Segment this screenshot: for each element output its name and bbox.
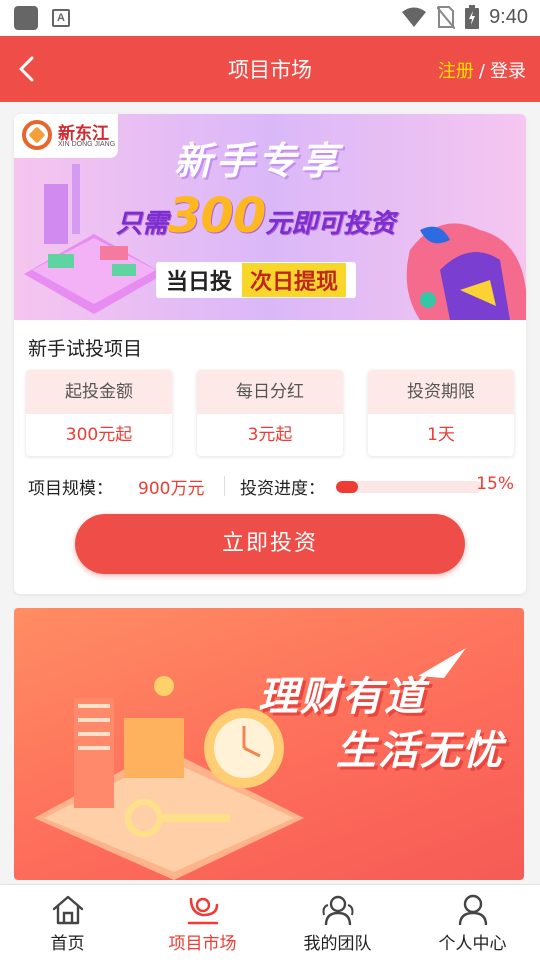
nav-label: 我的团队: [303, 934, 372, 954]
market-icon: [187, 897, 218, 925]
register-link[interactable]: 注册: [438, 61, 474, 82]
user-icon: [458, 894, 487, 926]
stat-value: 300元起: [65, 425, 133, 445]
stat-label: 投资期限: [368, 370, 514, 414]
nav-item-market[interactable]: 项目市场: [135, 885, 270, 960]
banner-tag-right: 次日提现: [242, 263, 347, 297]
status-left: A: [14, 6, 70, 30]
progress-value: 15%: [476, 474, 514, 494]
no-sim-icon: [437, 6, 456, 29]
banner-sub-suffix: 元即可投资: [265, 209, 396, 239]
brand-logo: 新东江 XIN DONG JIANG: [14, 114, 118, 158]
auth-separator: /: [478, 61, 485, 82]
banner-tags: 当日投 次日提现: [156, 262, 357, 298]
stat-value: 3元起: [247, 425, 293, 445]
banner2-line2: 生活无忧: [336, 728, 504, 774]
banner-sub-prefix: 只需: [116, 209, 169, 239]
app-header: 项目市场 注册 / 登录: [0, 36, 540, 102]
banner2-line1: 理财有道: [258, 674, 426, 720]
promo-banner-newbie[interactable]: 新东江 XIN DONG JIANG 新手专享 只需300元即可投资 当日投 次…: [14, 114, 526, 320]
home-icon: [52, 895, 83, 925]
progress-label: 投资进度：: [240, 479, 325, 499]
nav-item-team[interactable]: 我的团队: [270, 885, 405, 960]
login-link[interactable]: 登录: [490, 61, 526, 82]
team-icon: [322, 895, 353, 926]
wifi-icon: [402, 7, 427, 27]
banner-subline: 只需300元即可投资: [116, 188, 395, 244]
stat-value: 1天: [427, 425, 455, 445]
nav-item-home[interactable]: 首页: [0, 885, 135, 960]
progress-bar: [336, 481, 482, 493]
stat-label: 起投金额: [26, 370, 172, 414]
stat-label: 每日分红: [197, 370, 343, 414]
nav-item-profile[interactable]: 个人中心: [405, 885, 540, 960]
meta-divider: [224, 476, 225, 496]
notification-app-icon: [14, 6, 38, 30]
scale-value: 900万元: [138, 479, 205, 499]
stat-daily-dividend: 每日分红 3元起: [197, 370, 343, 456]
decorative-figure: [406, 223, 526, 320]
project-card: 新东江 XIN DONG JIANG 新手专享 只需300元即可投资 当日投 次…: [14, 114, 526, 594]
project-meta: 项目规模： 900万元 投资进度： 15%: [28, 474, 514, 500]
progress-fill: [336, 481, 358, 493]
project-title: 新手试投项目: [28, 338, 143, 360]
banner-headline: 新手专享: [174, 139, 343, 183]
scale-label: 项目规模：: [28, 479, 113, 499]
battery-charging-icon: [465, 5, 480, 29]
stat-investment-term: 投资期限 1天: [368, 370, 514, 456]
logo-mark-icon: [22, 120, 52, 150]
auth-links: 注册 / 登录: [438, 57, 526, 83]
logo-subtitle: XIN DONG JIANG: [58, 141, 116, 148]
notification-a-icon: A: [52, 9, 70, 27]
nav-label: 首页: [50, 934, 85, 954]
banner-tag-left: 当日投: [166, 270, 233, 295]
bottom-nav: 首页 项目市场 我的团队 个人中心: [0, 884, 540, 960]
stat-min-investment: 起投金额 300元起: [26, 370, 172, 456]
banner-sub-amount: 300: [168, 188, 266, 244]
invest-now-button[interactable]: 立即投资: [75, 514, 465, 574]
clock: 9:40: [489, 5, 528, 28]
status-right: 9:40: [401, 5, 528, 29]
nav-label: 项目市场: [168, 934, 237, 954]
promo-banner-finance[interactable]: 理财有道 生活无忧: [14, 608, 524, 880]
nav-label: 个人中心: [438, 934, 507, 954]
status-bar: A 9:40: [0, 0, 540, 36]
